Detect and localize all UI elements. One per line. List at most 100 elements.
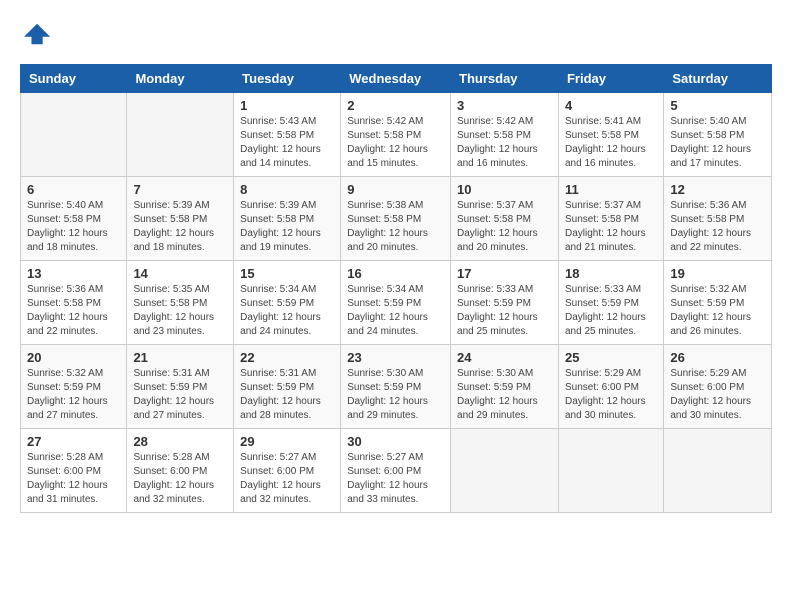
- day-number: 27: [27, 434, 120, 449]
- day-info: Sunrise: 5:41 AMSunset: 5:58 PMDaylight:…: [565, 115, 657, 171]
- logo-icon: [24, 20, 52, 48]
- calendar-cell: 16Sunrise: 5:34 AMSunset: 5:59 PMDayligh…: [341, 261, 451, 345]
- day-number: 2: [347, 98, 444, 113]
- day-number: 15: [240, 266, 334, 281]
- day-number: 17: [457, 266, 552, 281]
- day-number: 21: [133, 350, 227, 365]
- day-number: 10: [457, 182, 552, 197]
- day-number: 24: [457, 350, 552, 365]
- day-info: Sunrise: 5:38 AMSunset: 5:58 PMDaylight:…: [347, 199, 444, 255]
- weekday-header: Wednesday: [341, 65, 451, 93]
- calendar-cell: 23 Sunrise: 5:30 AMSunset: 5:59 PMDayligh…: [341, 345, 451, 429]
- page-header: [20, 20, 772, 48]
- calendar-cell: [664, 429, 772, 513]
- weekday-header: Sunday: [21, 65, 127, 93]
- day-info: Sunrise: 5:27 AMSunset: 6:00 PMDaylight:…: [240, 451, 334, 507]
- calendar-cell: 25 Sunrise: 5:29 AMSunset: 6:00 PMDayligh…: [558, 345, 663, 429]
- weekday-header: Tuesday: [234, 65, 341, 93]
- day-info: Sunrise: 5:34 AMSunset: 5:59 PMDaylight:…: [240, 283, 334, 339]
- day-info: Sunrise: 5:32 AMSunset: 5:59 PMDaylight:…: [27, 367, 120, 423]
- day-info: Sunrise: 5:32 AMSunset: 5:59 PMDaylight:…: [670, 283, 765, 339]
- calendar-cell: 14 Sunrise: 5:35 AMSunset: 5:58 PMDayligh…: [127, 261, 234, 345]
- calendar-cell: 2 Sunrise: 5:42 AMSunset: 5:58 PMDaylight…: [341, 93, 451, 177]
- calendar-cell: 3 Sunrise: 5:42 AMSunset: 5:58 PMDaylight…: [451, 93, 559, 177]
- calendar-cell: 15 Sunrise: 5:34 AMSunset: 5:59 PMDayligh…: [234, 261, 341, 345]
- day-info: Sunrise: 5:39 AMSunset: 5:58 PMDaylight:…: [133, 199, 227, 255]
- calendar-cell: 27Sunrise: 5:28 AMSunset: 6:00 PMDayligh…: [21, 429, 127, 513]
- day-info: Sunrise: 5:43 AMSunset: 5:58 PMDaylight:…: [240, 115, 334, 171]
- calendar-cell: 9 Sunrise: 5:38 AMSunset: 5:58 PMDaylight…: [341, 177, 451, 261]
- calendar-cell: 8 Sunrise: 5:39 AMSunset: 5:58 PMDaylight…: [234, 177, 341, 261]
- calendar-cell: 30 Sunrise: 5:27 AMSunset: 6:00 PMDayligh…: [341, 429, 451, 513]
- day-info: Sunrise: 5:33 AMSunset: 5:59 PMDaylight:…: [565, 283, 657, 339]
- day-info: Sunrise: 5:30 AMSunset: 5:59 PMDaylight:…: [457, 367, 552, 423]
- calendar-cell: 29 Sunrise: 5:27 AMSunset: 6:00 PMDayligh…: [234, 429, 341, 513]
- calendar-cell: [558, 429, 663, 513]
- calendar-cell: 19 Sunrise: 5:32 AMSunset: 5:59 PMDayligh…: [664, 261, 772, 345]
- calendar-cell: 21Sunrise: 5:31 AMSunset: 5:59 PMDayligh…: [127, 345, 234, 429]
- day-info: Sunrise: 5:39 AMSunset: 5:58 PMDaylight:…: [240, 199, 334, 255]
- calendar-cell: 17 Sunrise: 5:33 AMSunset: 5:59 PMDayligh…: [451, 261, 559, 345]
- day-number: 16: [347, 266, 444, 281]
- day-number: 29: [240, 434, 334, 449]
- day-number: 4: [565, 98, 657, 113]
- calendar-cell: 18 Sunrise: 5:33 AMSunset: 5:59 PMDayligh…: [558, 261, 663, 345]
- calendar-cell: 10 Sunrise: 5:37 AMSunset: 5:58 PMDayligh…: [451, 177, 559, 261]
- calendar-cell: 28Sunrise: 5:28 AMSunset: 6:00 PMDayligh…: [127, 429, 234, 513]
- calendar-cell: 5 Sunrise: 5:40 AMSunset: 5:58 PMDaylight…: [664, 93, 772, 177]
- day-number: 3: [457, 98, 552, 113]
- day-number: 1: [240, 98, 334, 113]
- day-info: Sunrise: 5:36 AMSunset: 5:58 PMDaylight:…: [27, 283, 120, 339]
- calendar-cell: 22 Sunrise: 5:31 AMSunset: 5:59 PMDayligh…: [234, 345, 341, 429]
- day-number: 19: [670, 266, 765, 281]
- calendar-cell: 20 Sunrise: 5:32 AMSunset: 5:59 PMDayligh…: [21, 345, 127, 429]
- calendar-cell: 6Sunrise: 5:40 AMSunset: 5:58 PMDaylight…: [21, 177, 127, 261]
- day-info: Sunrise: 5:29 AMSunset: 6:00 PMDaylight:…: [670, 367, 765, 423]
- day-number: 14: [133, 266, 227, 281]
- day-number: 7: [133, 182, 227, 197]
- day-info: Sunrise: 5:40 AMSunset: 5:58 PMDaylight:…: [670, 115, 765, 171]
- calendar-cell: 24 Sunrise: 5:30 AMSunset: 5:59 PMDayligh…: [451, 345, 559, 429]
- calendar-cell: 1 Sunrise: 5:43 AMSunset: 5:58 PMDaylight…: [234, 93, 341, 177]
- day-info: Sunrise: 5:35 AMSunset: 5:58 PMDaylight:…: [133, 283, 227, 339]
- day-info: Sunrise: 5:29 AMSunset: 6:00 PMDaylight:…: [565, 367, 657, 423]
- day-info: Sunrise: 5:37 AMSunset: 5:58 PMDaylight:…: [457, 199, 552, 255]
- calendar-week-row: 13 Sunrise: 5:36 AMSunset: 5:58 PMDayligh…: [21, 261, 772, 345]
- day-number: 11: [565, 182, 657, 197]
- calendar-cell: [451, 429, 559, 513]
- day-info: Sunrise: 5:27 AMSunset: 6:00 PMDaylight:…: [347, 451, 444, 507]
- day-number: 22: [240, 350, 334, 365]
- calendar-cell: 12 Sunrise: 5:36 AMSunset: 5:58 PMDayligh…: [664, 177, 772, 261]
- calendar-cell: 26Sunrise: 5:29 AMSunset: 6:00 PMDayligh…: [664, 345, 772, 429]
- calendar-cell: [21, 93, 127, 177]
- calendar-week-row: 27 Sunrise: 5:28 AMSunset: 6:00 PMDayligh…: [21, 429, 772, 513]
- day-number: 8: [240, 182, 334, 197]
- day-number: 6: [27, 182, 120, 197]
- day-info: Sunrise: 5:42 AMSunset: 5:58 PMDaylight:…: [347, 115, 444, 171]
- day-number: 13: [27, 266, 120, 281]
- weekday-header: Thursday: [451, 65, 559, 93]
- calendar-table: SundayMondayTuesdayWednesdayThursdayFrid…: [20, 64, 772, 513]
- day-number: 23: [347, 350, 444, 365]
- calendar-cell: [127, 93, 234, 177]
- weekday-header: Monday: [127, 65, 234, 93]
- calendar-header-row: SundayMondayTuesdayWednesdayThursdayFrid…: [21, 65, 772, 93]
- day-info: Sunrise: 5:31 AMSunset: 5:59 PMDaylight:…: [240, 367, 334, 423]
- calendar-cell: 7 Sunrise: 5:39 AMSunset: 5:58 PMDaylight…: [127, 177, 234, 261]
- day-number: 12: [670, 182, 765, 197]
- day-info: Sunrise: 5:28 AMSunset: 6:00 PMDaylight:…: [133, 451, 227, 507]
- day-number: 20: [27, 350, 120, 365]
- day-info: Sunrise: 5:36 AMSunset: 5:58 PMDaylight:…: [670, 199, 765, 255]
- day-number: 30: [347, 434, 444, 449]
- day-number: 5: [670, 98, 765, 113]
- calendar-week-row: 6Sunrise: 5:40 AMSunset: 5:58 PMDaylight…: [21, 177, 772, 261]
- day-number: 18: [565, 266, 657, 281]
- day-info: Sunrise: 5:33 AMSunset: 5:59 PMDaylight:…: [457, 283, 552, 339]
- weekday-header: Friday: [558, 65, 663, 93]
- day-info: Sunrise: 5:42 AMSunset: 5:58 PMDaylight:…: [457, 115, 552, 171]
- day-number: 25: [565, 350, 657, 365]
- day-number: 9: [347, 182, 444, 197]
- logo: [20, 20, 52, 48]
- day-info: Sunrise: 5:30 AMSunset: 5:59 PMDaylight:…: [347, 367, 444, 423]
- calendar-week-row: 1 Sunrise: 5:43 AMSunset: 5:58 PMDaylight…: [21, 93, 772, 177]
